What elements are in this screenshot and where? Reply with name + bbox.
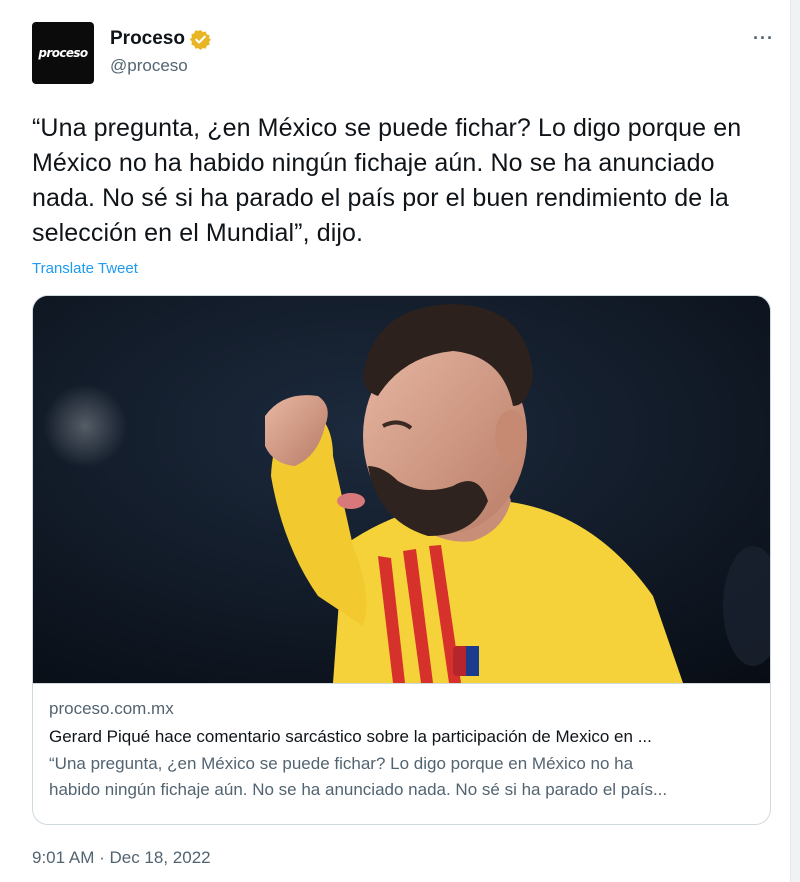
card-description-line: habido ningún fichaje aún. No se ha anun…: [49, 780, 668, 799]
card-photo[interactable]: [33, 296, 770, 683]
display-name[interactable]: Proceso: [110, 28, 185, 50]
user-handle[interactable]: @proceso: [110, 56, 188, 76]
avatar-logo-text: proceso: [38, 46, 88, 60]
tweet-text: “Una pregunta, ¿en México se puede ficha…: [32, 114, 742, 247]
photo-illustration: [33, 296, 770, 683]
card-description: “Una pregunta, ¿en México se puede ficha…: [49, 751, 756, 803]
avatar[interactable]: proceso: [32, 22, 94, 84]
verified-badge-icon: [189, 29, 211, 50]
card-title: Gerard Piqué hace comentario sarcástico …: [49, 727, 652, 746]
link-preview-card[interactable]: proceso.com.mx Gerard Piqué hace comenta…: [32, 295, 771, 825]
name-row: Proceso: [110, 28, 211, 50]
card-description-line: “Una pregunta, ¿en México se puede ficha…: [49, 754, 634, 773]
window-edge: [790, 0, 800, 882]
translate-tweet-link[interactable]: Translate Tweet: [32, 260, 138, 277]
more-options-icon[interactable]: ···: [753, 28, 774, 49]
tweet-header: proceso Proceso @proceso ···: [32, 22, 780, 86]
tweet-timestamp[interactable]: 9:01 AM · Dec 18, 2022: [32, 848, 211, 868]
card-meta: proceso.com.mx Gerard Piqué hace comenta…: [33, 683, 770, 824]
card-domain: proceso.com.mx: [49, 699, 174, 718]
